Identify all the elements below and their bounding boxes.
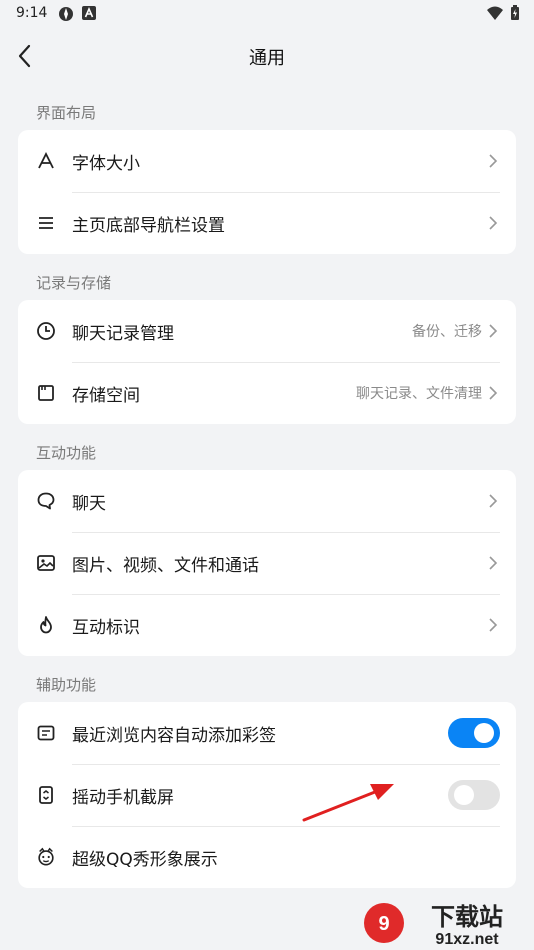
- note-icon: [36, 723, 56, 743]
- watermark-sub: 91xz.net: [435, 931, 499, 948]
- card-interactive: 聊天 图片、视频、文件和通话 互动标识: [18, 470, 516, 656]
- chevron-right-icon: [489, 324, 498, 338]
- toggle-knob: [474, 723, 494, 743]
- shake-screenshot-toggle[interactable]: [448, 780, 500, 810]
- row-interaction-badges[interactable]: 互动标识: [18, 594, 516, 656]
- section-title-interactive: 互动功能: [36, 444, 97, 462]
- screenshot-icon: [36, 785, 56, 805]
- auto-color-tag-toggle[interactable]: [448, 718, 500, 748]
- row-storage-space[interactable]: 存储空间 聊天记录、文件清理: [18, 362, 516, 424]
- row-chat[interactable]: 聊天: [18, 470, 516, 532]
- toggle-knob: [454, 785, 474, 805]
- row-value: 聊天记录、文件清理: [356, 386, 482, 402]
- row-bottom-nav-settings[interactable]: 主页底部导航栏设置: [18, 192, 516, 254]
- font-size-icon: [36, 151, 56, 171]
- row-label: 聊天记录管理: [72, 323, 174, 344]
- status-bar: 9:14: [0, 0, 534, 28]
- a-status-icon: [82, 6, 96, 20]
- row-media-files-calls[interactable]: 图片、视频、文件和通话: [18, 532, 516, 594]
- row-chat-history[interactable]: 聊天记录管理 备份、迁移: [18, 300, 516, 362]
- card-storage: 聊天记录管理 备份、迁移 存储空间 聊天记录、文件清理: [18, 300, 516, 424]
- row-qq-show[interactable]: 超级QQ秀形象展示: [18, 826, 516, 888]
- row-label: 聊天: [72, 493, 106, 514]
- qq-show-icon: [36, 847, 56, 867]
- watermark-main: 下载站: [431, 903, 503, 931]
- chevron-right-icon: [489, 556, 498, 570]
- flame-icon: [36, 615, 56, 635]
- row-label: 超级QQ秀形象展示: [72, 849, 218, 870]
- image-icon: [36, 553, 56, 573]
- storage-icon: [36, 383, 56, 403]
- annotation-arrow-icon: [302, 784, 394, 822]
- chevron-right-icon: [489, 618, 498, 632]
- chevron-right-icon: [489, 386, 498, 400]
- row-label: 最近浏览内容自动添加彩签: [72, 725, 276, 746]
- section-title-layout: 界面布局: [36, 104, 97, 122]
- page-title: 通用: [249, 48, 285, 69]
- watermark-logo: 9 下载站 91xz.net: [364, 903, 503, 948]
- menu-lines-icon: [36, 213, 56, 233]
- clock-icon: [36, 321, 56, 341]
- row-value: 备份、迁移: [412, 324, 482, 340]
- row-label: 存储空间: [72, 385, 140, 406]
- row-shake-screenshot: 摇动手机截屏: [18, 764, 516, 826]
- section-title-storage: 记录与存储: [36, 274, 112, 292]
- chevron-right-icon: [489, 154, 498, 168]
- svg-text:9: 9: [378, 913, 389, 935]
- row-label: 互动标识: [72, 617, 140, 638]
- row-label: 主页底部导航栏设置: [72, 215, 225, 236]
- card-accessibility: 最近浏览内容自动添加彩签 摇动手机截屏 超级QQ秀形象展示: [18, 702, 516, 888]
- chat-bubble-icon: [36, 491, 56, 511]
- card-layout: 字体大小 主页底部导航栏设置: [18, 130, 516, 254]
- section-title-accessibility: 辅助功能: [36, 676, 97, 694]
- chevron-right-icon: [489, 216, 498, 230]
- wifi-icon: [487, 6, 503, 20]
- row-font-size[interactable]: 字体大小: [18, 130, 516, 192]
- chevron-right-icon: [489, 494, 498, 508]
- status-time: 9:14: [16, 5, 48, 21]
- row-auto-color-tag: 最近浏览内容自动添加彩签: [18, 702, 516, 764]
- row-label: 字体大小: [72, 153, 140, 174]
- app-status-icon: [59, 7, 73, 21]
- row-label: 图片、视频、文件和通话: [72, 555, 259, 576]
- battery-icon: [511, 5, 519, 20]
- nav-bar: 通用: [0, 28, 534, 84]
